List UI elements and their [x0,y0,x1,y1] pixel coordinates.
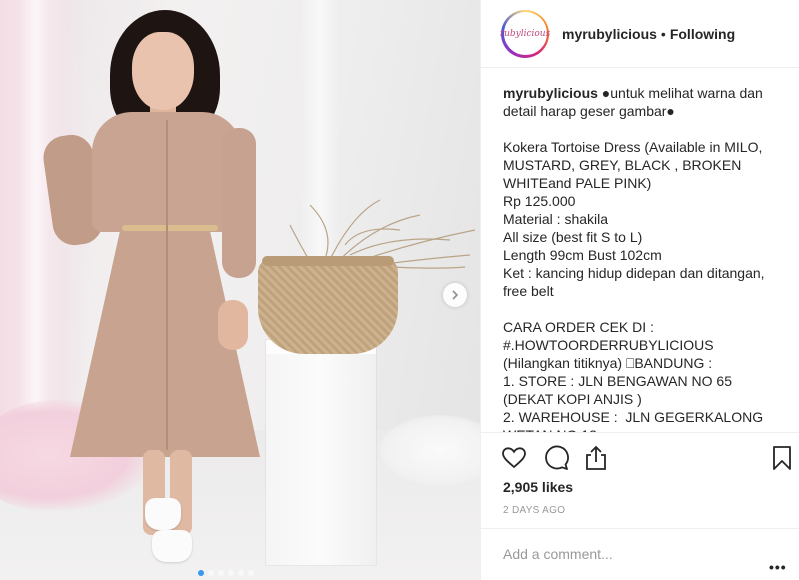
woven-basket [258,258,398,354]
caption-text: ●untuk melihat warna dan detail harap ge… [503,85,765,432]
model-right-arm [222,128,256,278]
carousel-dot [238,570,244,576]
header-separator: • [660,25,666,42]
comment-bar: ••• [481,528,799,580]
basket-rim [262,256,394,266]
white-pedestal [266,340,376,565]
comment-input[interactable] [503,543,743,565]
heart-icon[interactable] [501,445,527,471]
post-details-panel: rubylicious myrubylicious • Following my… [480,0,799,580]
caption-username[interactable]: myrubylicious [503,85,598,101]
bookmark-icon[interactable] [769,445,795,471]
model-face [132,32,194,110]
model-right-hand [218,300,248,350]
post-photo [0,0,480,580]
dress-belt [122,225,218,231]
carousel-next-button[interactable] [443,283,467,307]
comment-icon[interactable] [543,445,569,471]
share-icon[interactable] [583,445,609,471]
follow-status-button[interactable]: Following [670,26,735,42]
likes-count[interactable]: 2,905 likes [503,479,573,495]
sneaker [145,498,181,530]
more-options-button[interactable]: ••• [769,559,787,575]
post-header: rubylicious myrubylicious • Following [481,0,799,68]
carousel-dot [198,570,204,576]
header-username[interactable]: myrubylicious [562,26,657,42]
carousel-dot [208,570,214,576]
post-timestamp[interactable]: 2 DAYS AGO [503,505,565,516]
dress-button-placket [166,120,168,450]
avatar-logo: rubylicious [500,12,550,55]
curtain-fold [20,0,50,440]
sneaker [152,530,192,562]
carousel-dot [248,570,254,576]
carousel-indicator [198,570,254,576]
action-bar [481,432,799,482]
chevron-right-icon [452,290,459,300]
post-caption: myrubylicious ●untuk melihat warna dan d… [503,84,783,432]
carousel-dot [228,570,234,576]
avatar[interactable]: rubylicious [500,9,550,58]
carousel-dot [218,570,224,576]
